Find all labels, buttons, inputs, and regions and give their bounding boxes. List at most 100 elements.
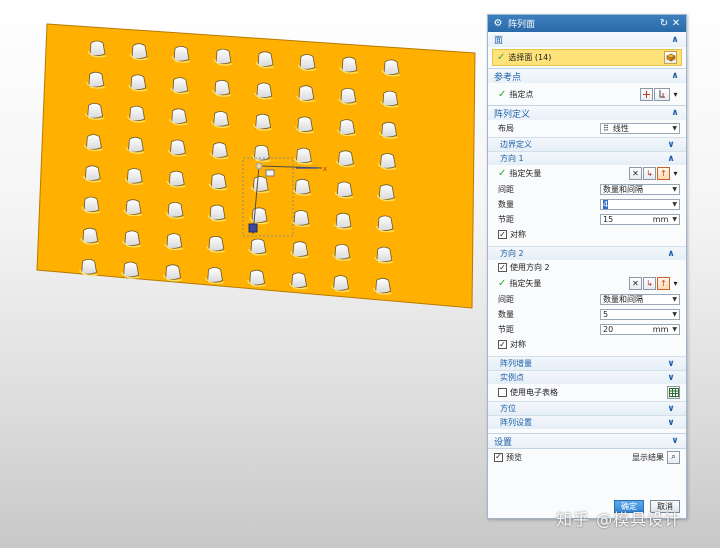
hole-feature[interactable]	[206, 235, 225, 253]
group-arraydef-header[interactable]: 阵列定义 ∧	[488, 105, 686, 120]
hole-feature[interactable]	[87, 40, 107, 58]
hole-feature[interactable]	[207, 204, 227, 222]
hole-feature[interactable]	[86, 71, 105, 89]
dir1-symmetric-checkbox[interactable]: ✓	[498, 230, 507, 239]
vector-inference-icon[interactable]: ↑	[657, 277, 670, 290]
expand-chevron-icon[interactable]: ∨	[666, 140, 676, 150]
hole-feature[interactable]	[338, 88, 357, 105]
hole-feature[interactable]	[372, 277, 392, 295]
magnifier-icon[interactable]: ⌕	[667, 450, 680, 464]
hole-feature[interactable]	[126, 105, 146, 123]
collapse-chevron-icon[interactable]: ∧	[670, 71, 680, 81]
hole-feature[interactable]	[380, 90, 399, 108]
select-face-row[interactable]: ✓ 选择面 (14)	[492, 49, 682, 66]
point-inference-icon[interactable]	[654, 87, 670, 101]
hole-feature[interactable]	[374, 246, 393, 264]
hole-feature[interactable]	[288, 272, 308, 290]
hole-feature[interactable]	[249, 207, 269, 225]
hole-feature[interactable]	[378, 121, 398, 139]
dialog-titlebar[interactable]: ⚙ 阵列面 ↻ ✕	[488, 15, 686, 32]
hole-feature[interactable]	[170, 77, 189, 95]
expand-chevron-icon[interactable]: ∨	[666, 404, 676, 414]
hole-feature[interactable]	[297, 54, 317, 72]
hole-feature[interactable]	[293, 147, 313, 165]
expand-chevron-icon[interactable]: ∨	[670, 436, 680, 446]
settings-gear-icon[interactable]: ⚙	[492, 18, 504, 30]
hole-feature[interactable]	[246, 269, 266, 287]
chevron-down-icon[interactable]: ▾	[671, 277, 680, 290]
hole-feature[interactable]	[208, 173, 228, 191]
spreadsheet-icon[interactable]	[667, 386, 680, 399]
hole-feature[interactable]	[252, 113, 272, 131]
vector-dialog-icon[interactable]: ↳	[643, 277, 656, 290]
use-dir2-row[interactable]: ✓ 使用方向 2	[488, 260, 686, 275]
expand-chevron-icon[interactable]: ∨	[666, 359, 676, 369]
orientation-header[interactable]: 方位 ∨	[488, 401, 686, 415]
hole-feature[interactable]	[336, 119, 356, 137]
vector-inference-icon[interactable]: ↑	[657, 167, 670, 180]
face-select-icon[interactable]	[664, 51, 677, 64]
hole-feature[interactable]	[168, 108, 188, 126]
group-refpoint-header[interactable]: 参考点 ∧	[488, 68, 686, 83]
hole-feature[interactable]	[120, 261, 140, 279]
hole-feature[interactable]	[84, 103, 104, 120]
instance-point-header[interactable]: 实例点 ∨	[488, 370, 686, 384]
collapse-chevron-icon[interactable]: ∧	[666, 154, 676, 164]
expand-chevron-icon[interactable]: ∨	[666, 373, 676, 383]
boundary-def-header[interactable]: 边界定义 ∨	[488, 137, 686, 151]
hole-feature[interactable]	[123, 199, 143, 217]
expand-chevron-icon[interactable]: ∨	[666, 418, 676, 428]
hole-feature[interactable]	[291, 210, 311, 228]
model-canvas[interactable]: x	[0, 0, 486, 548]
hole-feature[interactable]	[375, 215, 395, 233]
hole-feature[interactable]	[333, 212, 353, 230]
hole-feature[interactable]	[82, 165, 102, 183]
dir1-pitch-input[interactable]: 15 mm ▼	[600, 214, 680, 225]
hole-feature[interactable]	[165, 202, 185, 219]
hole-feature[interactable]	[290, 241, 309, 259]
hole-feature[interactable]	[124, 168, 144, 186]
dir1-vector-row[interactable]: ✓ 指定矢量 ✕ ↳ ↑ ▾	[488, 165, 686, 182]
dir2-count-input[interactable]: 5 ▼	[600, 309, 680, 320]
group-settings-header[interactable]: 设置 ∨	[488, 433, 686, 448]
hole-feature[interactable]	[255, 51, 275, 69]
array-settings-header[interactable]: 阵列设置 ∨	[488, 415, 686, 429]
hole-feature[interactable]	[296, 85, 315, 103]
hole-feature[interactable]	[129, 43, 149, 61]
dir1-spacing-select[interactable]: 数量和间隔 ▼	[600, 184, 680, 195]
hole-feature[interactable]	[294, 116, 314, 134]
show-result-label[interactable]: 显示结果	[632, 452, 664, 463]
graphics-viewport[interactable]: x	[0, 0, 486, 548]
hole-feature[interactable]	[250, 176, 270, 194]
dir1-count-input[interactable]: 4 ▼	[600, 199, 680, 210]
collapse-chevron-icon[interactable]: ∧	[666, 249, 676, 259]
hole-feature[interactable]	[212, 79, 231, 97]
hole-feature[interactable]	[292, 178, 312, 196]
hole-feature[interactable]	[78, 259, 98, 276]
hole-feature[interactable]	[166, 170, 186, 188]
group-face-header[interactable]: 面 ∧	[488, 32, 686, 47]
collapse-chevron-icon[interactable]: ∧	[670, 108, 680, 118]
hole-feature[interactable]	[128, 74, 147, 92]
use-dir2-checkbox[interactable]: ✓	[498, 263, 507, 272]
hole-feature[interactable]	[125, 136, 145, 154]
hole-feature[interactable]	[80, 227, 99, 245]
chevron-down-icon[interactable]: ▾	[671, 167, 680, 180]
hole-feature[interactable]	[377, 153, 397, 171]
hole-feature[interactable]	[376, 184, 396, 202]
hole-feature[interactable]	[167, 139, 187, 157]
hole-feature[interactable]	[81, 196, 101, 214]
direction2-header[interactable]: 方向 2 ∧	[488, 246, 686, 260]
spreadsheet-checkbox[interactable]	[498, 388, 507, 397]
dir2-pitch-input[interactable]: 20 mm ▼	[600, 324, 680, 335]
hole-feature[interactable]	[164, 233, 183, 251]
hole-feature[interactable]	[248, 238, 267, 256]
hole-feature[interactable]	[162, 264, 182, 282]
chevron-down-icon[interactable]: ▾	[671, 88, 680, 101]
hole-feature[interactable]	[254, 82, 273, 100]
hole-feature[interactable]	[332, 244, 351, 261]
hole-feature[interactable]	[204, 267, 224, 285]
hole-feature[interactable]	[122, 230, 141, 248]
hole-feature[interactable]	[251, 145, 271, 162]
direction1-header[interactable]: 方向 1 ∧	[488, 151, 686, 165]
